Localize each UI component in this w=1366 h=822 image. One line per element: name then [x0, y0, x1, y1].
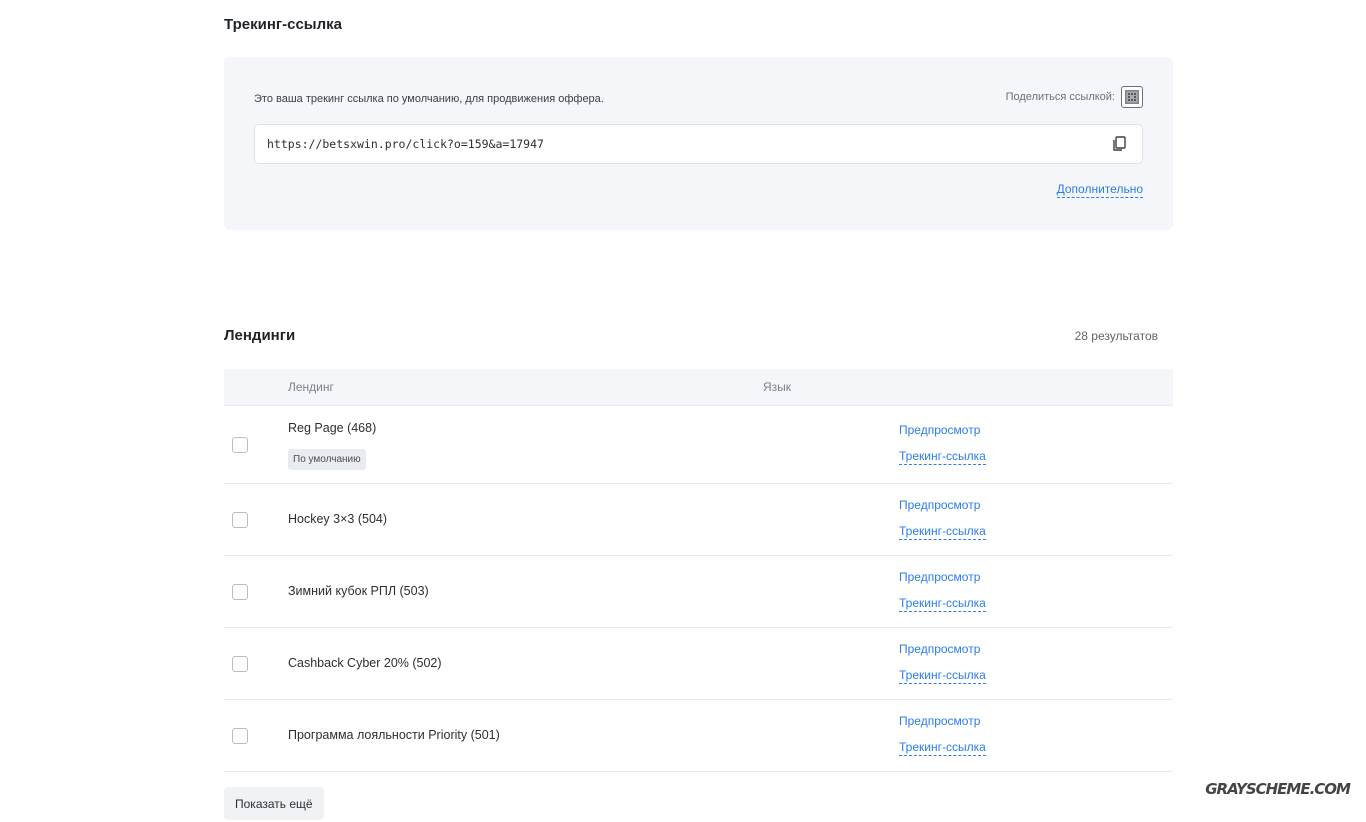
show-more-button[interactable]: Показать ещё	[224, 787, 324, 820]
share-link-group: Поделиться ссылкой:	[1006, 86, 1143, 108]
additional-options-link[interactable]: Дополнительно	[1056, 182, 1143, 198]
table-row: Reg Page (468) По умолчанию Предпросмотр…	[224, 406, 1173, 484]
landing-name: Hockey 3×3 (504)	[288, 512, 388, 526]
row-checkbox[interactable]	[232, 437, 248, 453]
landing-name: Cashback Cyber 20% (502)	[288, 656, 442, 670]
tracking-link-description: Это ваша трекинг ссылка по умолчанию, дл…	[254, 93, 604, 105]
row-checkbox[interactable]	[232, 728, 248, 744]
preview-link[interactable]: Предпросмотр	[899, 498, 980, 512]
share-link-label: Поделиться ссылкой:	[1005, 91, 1115, 103]
landings-title: Лендинги	[224, 327, 296, 344]
row-checkbox[interactable]	[232, 584, 248, 600]
tracking-link[interactable]: Трекинг-ссылка	[899, 596, 986, 612]
table-row: Зимний кубок РПЛ (503) Предпросмотр Трек…	[224, 556, 1173, 628]
table-row: Программа лояльности Priority (501) Пред…	[224, 700, 1173, 772]
tracking-link-card: Это ваша трекинг ссылка по умолчанию, дл…	[224, 57, 1173, 230]
tracking-link[interactable]: Трекинг-ссылка	[899, 524, 986, 540]
column-header-landing: Лендинг	[288, 380, 334, 394]
results-count: 28 результатов	[1074, 329, 1158, 343]
preview-link[interactable]: Предпросмотр	[899, 714, 980, 728]
preview-link[interactable]: Предпросмотр	[899, 423, 980, 437]
landing-name: Программа лояльности Priority (501)	[288, 728, 500, 742]
table-row: Cashback Cyber 20% (502) Предпросмотр Тр…	[224, 628, 1173, 700]
tracking-link[interactable]: Трекинг-ссылка	[899, 668, 986, 684]
tracking-link[interactable]: Трекинг-ссылка	[899, 740, 986, 756]
row-checkbox[interactable]	[232, 656, 248, 672]
table-row: Hockey 3×3 (504) Предпросмотр Трекинг-сс…	[224, 484, 1173, 556]
table-header: Лендинг Язык	[224, 369, 1173, 406]
tracking-url-field[interactable]: https://betsxwin.pro/click?o=159&a=17947	[254, 124, 1143, 164]
preview-link[interactable]: Предпросмотр	[899, 642, 980, 656]
default-badge: По умолчанию	[288, 449, 366, 470]
landing-name: Зимний кубок РПЛ (503)	[288, 584, 429, 598]
landing-name: Reg Page (468)	[288, 421, 377, 435]
watermark: GRAYSCHEME.COM	[1205, 780, 1351, 798]
qr-code-icon[interactable]	[1121, 86, 1143, 108]
preview-link[interactable]: Предпросмотр	[899, 570, 980, 584]
row-checkbox[interactable]	[232, 512, 248, 528]
column-header-language: Язык	[763, 380, 792, 394]
tracking-url-value[interactable]: https://betsxwin.pro/click?o=159&a=17947	[267, 137, 544, 151]
copy-icon[interactable]	[1110, 135, 1128, 153]
landings-table: Лендинг Язык Reg Page (468) По умолчанию…	[224, 369, 1173, 772]
tracking-link[interactable]: Трекинг-ссылка	[899, 449, 986, 465]
tracking-link-title: Трекинг-ссылка	[224, 16, 343, 33]
